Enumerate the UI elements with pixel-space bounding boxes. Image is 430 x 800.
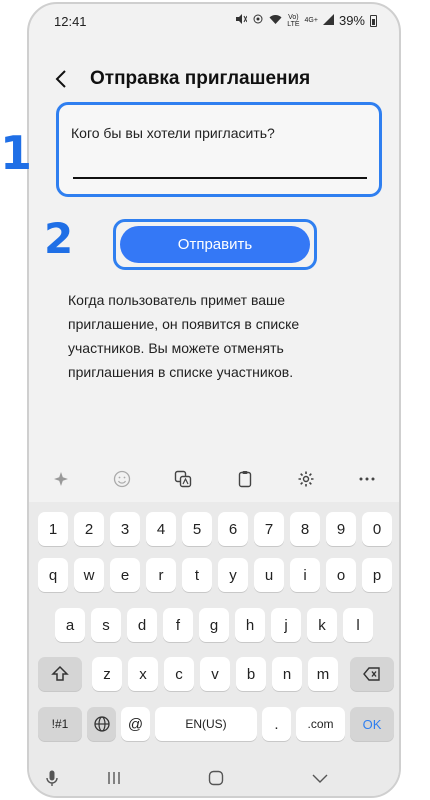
key-j[interactable]: j: [271, 608, 301, 642]
step-marker-1: 1: [0, 126, 33, 180]
key-2[interactable]: 2: [74, 512, 104, 546]
key-3[interactable]: 3: [110, 512, 140, 546]
volte-indicator: Vo) LTE: [287, 13, 300, 28]
key-5[interactable]: 5: [182, 512, 212, 546]
status-bar: 12:41 Vo) LTE 4G+ 39%: [29, 4, 399, 38]
home-icon[interactable]: [201, 766, 231, 790]
battery-icon: [370, 14, 377, 27]
hide-keyboard-icon[interactable]: [305, 766, 335, 790]
key-r[interactable]: r: [146, 558, 176, 592]
mute-icon: [235, 13, 248, 28]
keyboard-row-1: qwertyuiop: [29, 558, 399, 592]
back-arrow-icon: [55, 70, 66, 88]
invite-input-label: Кого бы вы хотели пригласить?: [71, 125, 275, 141]
language-key[interactable]: [87, 707, 116, 741]
page-header: Отправка приглашения: [29, 62, 399, 96]
key-g[interactable]: g: [199, 608, 229, 642]
microphone-icon[interactable]: [37, 766, 67, 790]
signal-icon: [322, 13, 334, 28]
network-gen: 4G+: [304, 17, 318, 24]
key-q[interactable]: q: [38, 558, 68, 592]
key-h[interactable]: h: [235, 608, 265, 642]
ok-key[interactable]: OK: [350, 707, 394, 741]
key-x[interactable]: x: [128, 657, 158, 691]
keyboard-toolbar: [29, 456, 399, 502]
space-key[interactable]: EN(US): [155, 707, 257, 741]
send-button[interactable]: Отправить: [120, 226, 310, 263]
keyboard-row-bottom: !#1 @ EN(US) . .com OK: [29, 707, 399, 741]
key-s[interactable]: s: [91, 608, 121, 642]
keyboard-row-2: asdfghjkl: [29, 608, 399, 642]
status-time: 12:41: [54, 14, 87, 29]
key-e[interactable]: e: [110, 558, 140, 592]
invite-input-card: Кого бы вы хотели пригласить?: [56, 102, 382, 197]
page-title: Отправка приглашения: [90, 68, 311, 89]
backspace-key[interactable]: [350, 657, 394, 691]
status-icons: Vo) LTE 4G+ 39%: [235, 13, 377, 28]
more-options-icon[interactable]: [353, 465, 381, 493]
battery-percent: 39%: [338, 13, 365, 28]
key-1[interactable]: 1: [38, 512, 68, 546]
send-button-highlight: Отправить: [113, 219, 317, 270]
phone-frame: 12:41 Vo) LTE 4G+ 39% Отправка приглашен…: [27, 2, 401, 798]
gear-icon[interactable]: [292, 465, 320, 493]
ai-sparkle-icon[interactable]: [47, 465, 75, 493]
globe-icon: [93, 716, 110, 732]
key-k[interactable]: k: [307, 608, 337, 642]
dot-key[interactable]: .: [262, 707, 291, 741]
shift-icon: [51, 665, 69, 681]
key-a[interactable]: a: [55, 608, 85, 642]
invite-input[interactable]: [73, 153, 367, 179]
step-marker-2: 2: [44, 214, 74, 263]
key-z[interactable]: z: [92, 657, 122, 691]
navigation-bar: [29, 756, 399, 796]
key-7[interactable]: 7: [254, 512, 284, 546]
backspace-icon: [363, 667, 380, 681]
wifi-icon: [269, 14, 282, 28]
at-key[interactable]: @: [121, 707, 150, 741]
keyboard-row-numbers: 1234567890: [29, 512, 399, 546]
dotcom-key[interactable]: .com: [296, 707, 345, 741]
keyboard: 1234567890 qwertyuiop asdfghjkl zxcvbnm …: [29, 502, 399, 756]
key-m[interactable]: m: [308, 657, 338, 691]
key-p[interactable]: p: [362, 558, 392, 592]
key-4[interactable]: 4: [146, 512, 176, 546]
key-f[interactable]: f: [163, 608, 193, 642]
key-y[interactable]: y: [218, 558, 248, 592]
key-9[interactable]: 9: [326, 512, 356, 546]
hotspot-icon: [252, 13, 264, 28]
key-w[interactable]: w: [74, 558, 104, 592]
key-v[interactable]: v: [200, 657, 230, 691]
shift-key[interactable]: [38, 657, 82, 691]
emoji-icon[interactable]: [108, 465, 136, 493]
recent-apps-icon[interactable]: [99, 766, 129, 790]
key-t[interactable]: t: [182, 558, 212, 592]
key-o[interactable]: o: [326, 558, 356, 592]
key-u[interactable]: u: [254, 558, 284, 592]
key-i[interactable]: i: [290, 558, 320, 592]
key-6[interactable]: 6: [218, 512, 248, 546]
clipboard-icon[interactable]: [231, 465, 259, 493]
keyboard-row-3: zxcvbnm: [29, 657, 399, 691]
key-l[interactable]: l: [343, 608, 373, 642]
key-8[interactable]: 8: [290, 512, 320, 546]
info-text: Когда пользователь примет ваше приглашен…: [68, 292, 300, 380]
translate-icon[interactable]: [169, 465, 197, 493]
key-n[interactable]: n: [272, 657, 302, 691]
key-b[interactable]: b: [236, 657, 266, 691]
key-c[interactable]: c: [164, 657, 194, 691]
symbols-key[interactable]: !#1: [38, 707, 82, 741]
key-d[interactable]: d: [127, 608, 157, 642]
back-button[interactable]: [49, 66, 73, 92]
key-0[interactable]: 0: [362, 512, 392, 546]
